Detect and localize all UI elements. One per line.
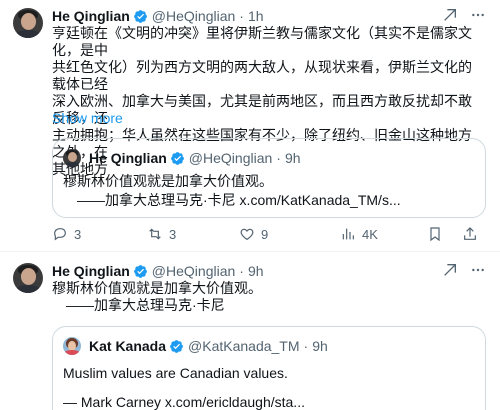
tweet-header: He Qinglian @HeQinglian · 9h [52, 262, 460, 280]
bookmark-button[interactable] [427, 226, 443, 242]
repost-button[interactable]: 3 [147, 226, 176, 242]
author-handle[interactable]: @HeQinglian [152, 8, 235, 24]
share-button[interactable] [462, 226, 478, 242]
reply-count: 3 [74, 226, 82, 242]
author-handle[interactable]: @HeQinglian [152, 263, 235, 279]
views-icon [342, 228, 354, 240]
quoted-text-line: — Mark Carney x.com/ericldaugh/sta... [63, 394, 305, 410]
tweet-text-line: 亨廷顿在《文明的冲突》里将伊斯兰教与儒家文化（其实不是儒家文化，是中 [52, 25, 472, 58]
tweet-text-line: 穆斯林价值观就是加拿大价值观。 [52, 280, 262, 296]
quoted-avatar [63, 337, 81, 355]
tweet[interactable]: He Qinglian @HeQinglian · 9h 穆斯林价值观就是加拿大… [0, 252, 500, 410]
quoted-tweet[interactable]: Kat Kanada @KatKanada_TM · 9h Muslim val… [52, 326, 486, 410]
reply-icon [54, 228, 66, 241]
verified-badge-icon [170, 339, 183, 353]
avatar[interactable] [13, 263, 43, 293]
like-icon [240, 228, 254, 241]
verified-badge-icon [133, 9, 147, 23]
quoted-text-line: 穆斯林价值观就是加拿大价值观。 [63, 173, 273, 189]
grok-icon[interactable] [442, 7, 458, 23]
tweet-text-line: 共红色文化）列为西方文明的两大敌人，从现状来看，伊斯兰文化的载体已经 [52, 59, 472, 92]
quoted-header: Kat Kanada @KatKanada_TM · 9h [89, 337, 445, 355]
separator-dot: · [239, 263, 244, 279]
avatar[interactable] [13, 8, 43, 38]
author-name[interactable]: He Qinglian [52, 263, 130, 279]
reply-button[interactable]: 3 [52, 226, 81, 242]
tweet-actions: 3 3 9 4K [52, 224, 486, 244]
separator-dot: · [239, 8, 244, 24]
bookmark-icon [430, 227, 440, 242]
verified-badge-icon [170, 151, 184, 165]
quoted-tweet[interactable]: He Qinglian @HeQinglian · 9h 穆斯林价值观就是加拿大… [52, 138, 486, 218]
tweet[interactable]: He Qinglian @HeQinglian · 1h 亨廷顿在《文明的冲突》… [0, 0, 500, 252]
tweet-text-line: ——加拿大总理马克·卡尼 [66, 297, 225, 313]
more-icon[interactable] [470, 7, 486, 23]
separator-dot: · [276, 150, 281, 166]
tweet-header: He Qinglian @HeQinglian · 1h [52, 7, 460, 25]
share-icon [464, 227, 476, 240]
grok-icon[interactable] [442, 262, 458, 278]
quoted-author-handle: @KatKanada_TM [188, 338, 300, 354]
timestamp[interactable]: 9h [248, 263, 264, 279]
quoted-timestamp: 9h [312, 338, 328, 354]
quoted-text-line: ——加拿大总理马克·卡尼 x.com/KatKanada_TM/s... [77, 192, 401, 208]
verified-badge-icon [133, 264, 147, 278]
quoted-author-name: He Qinglian [89, 150, 167, 166]
show-more-link[interactable]: Show more [52, 110, 123, 126]
views-button[interactable]: 4K [340, 226, 378, 242]
repost-icon [149, 228, 161, 240]
tweet-text: 穆斯林价值观就是加拿大价值观。 ——加拿大总理马克·卡尼 [52, 280, 482, 314]
quoted-timestamp: 9h [284, 150, 301, 166]
quoted-text-line: Muslim values are Canadian values. [63, 365, 288, 381]
repost-count: 3 [169, 226, 177, 242]
quoted-author-name: Kat Kanada [89, 338, 167, 354]
more-icon[interactable] [470, 262, 486, 278]
like-count: 9 [261, 226, 269, 242]
quoted-header: He Qinglian @HeQinglian · 9h [89, 149, 445, 167]
tweet-top-icons [442, 7, 486, 23]
timestamp[interactable]: 1h [248, 8, 264, 24]
tweet-top-icons [442, 262, 486, 278]
author-name[interactable]: He Qinglian [52, 8, 130, 24]
separator-dot: · [303, 338, 309, 354]
quoted-avatar [63, 149, 81, 167]
quoted-author-handle: @HeQinglian [188, 150, 273, 166]
views-count: 4K [362, 226, 378, 242]
like-button[interactable]: 9 [239, 226, 268, 242]
